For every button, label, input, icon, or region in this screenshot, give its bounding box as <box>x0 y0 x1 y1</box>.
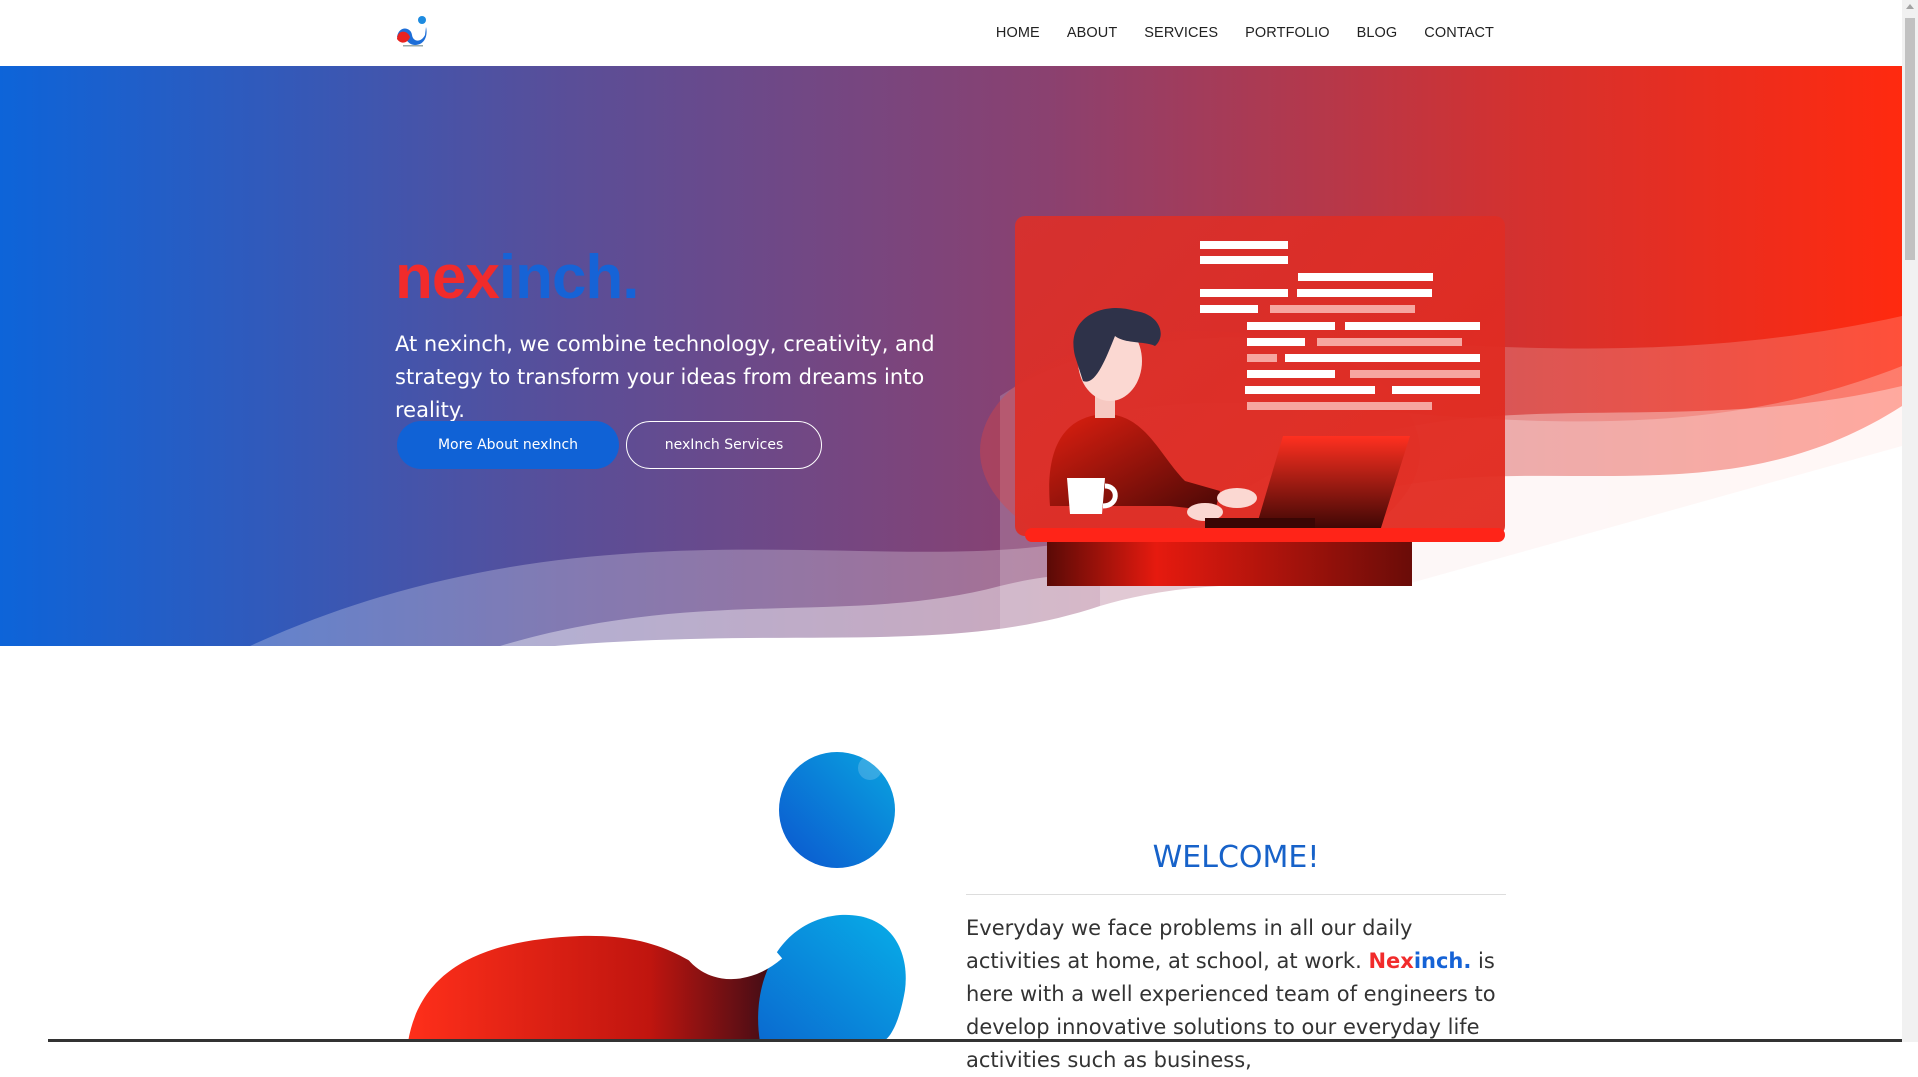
hero-title: nexinch. <box>395 242 640 313</box>
hero-title-nex: nex <box>395 243 500 312</box>
nav-contact[interactable]: CONTACT <box>1424 25 1494 41</box>
blob-decoration <box>380 740 940 1042</box>
scroll-up-arrow-icon[interactable] <box>1906 4 1914 9</box>
page-scrollbar[interactable] <box>1902 0 1918 1042</box>
nav-home[interactable]: HOME <box>996 25 1040 41</box>
nav-about[interactable]: ABOUT <box>1067 25 1117 41</box>
brand-inch: inch. <box>1413 949 1472 973</box>
nav-blog[interactable]: BLOG <box>1357 25 1398 41</box>
hero-description: At nexinch, we combine technology, creat… <box>395 332 935 422</box>
nav-portfolio[interactable]: PORTFOLIO <box>1245 25 1329 41</box>
welcome-text-before: Everyday we face problems in all our dai… <box>966 916 1413 973</box>
services-button[interactable]: nexInch Services <box>626 421 822 469</box>
more-about-button[interactable]: More About nexInch <box>397 421 619 469</box>
welcome-paragraph: Everyday we face problems in all our dai… <box>966 912 1506 1077</box>
site-header: HOME ABOUT SERVICES PORTFOLIO BLOG CONTA… <box>0 0 1902 66</box>
hero-section: nexinch. At nexinch, we combine technolo… <box>0 66 1902 646</box>
person-at-laptop-illustration <box>980 216 1505 586</box>
scrollbar-thumb[interactable] <box>1905 18 1915 260</box>
nav-services[interactable]: SERVICES <box>1144 25 1218 41</box>
welcome-divider <box>966 894 1506 895</box>
nexinch-logo-icon[interactable] <box>395 15 431 49</box>
main-nav: HOME ABOUT SERVICES PORTFOLIO BLOG CONTA… <box>969 0 1494 66</box>
brand-nex: Nex <box>1368 949 1414 973</box>
welcome-heading: WELCOME! <box>1152 840 1320 875</box>
hero-title-inch: inch. <box>498 243 640 312</box>
